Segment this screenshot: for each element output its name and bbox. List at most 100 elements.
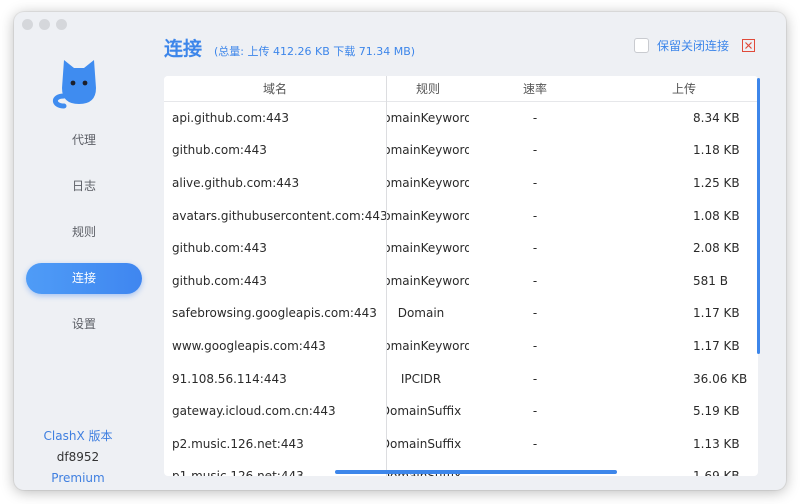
cell-speed-text: - [532,436,538,451]
cell-domain-text: p1.music.126.net:443 [172,469,304,476]
cell-rule-text: DomainKeyword [387,241,470,256]
cell-domain: 91.108.56.114:443 [164,362,387,395]
cell-domain-text: p2.music.126.net:443 [172,436,304,451]
app-window: 代理 日志 规则 连接 设置 ClashX 版本 df8952 Premium … [14,12,786,490]
cell-domain-text: www.googleapis.com:443 [172,338,326,353]
cell-upload-text: 8.34 KB [693,110,740,125]
cell-upload-text: 1.08 KB [693,208,740,223]
window-controls [22,19,67,30]
cell-speed: - [469,167,601,200]
cell-speed-text: - [532,175,538,190]
cell-rule: DomainKeyword [387,199,470,232]
connections-table: 域名 规则 速率 上传 api.github.com:443 DomainKeyw… [164,76,758,476]
cell-speed: - [469,101,601,134]
cell-speed: - [469,199,601,232]
cell-domain-text: github.com:443 [172,273,267,288]
close-all-connections-icon[interactable] [742,39,755,52]
page-header: 连接 (总量: 上传 412.26 KB 下载 71.34 MB) [164,34,415,61]
table-row[interactable]: safebrowsing.googleapis.com:443 Domain - 1.… [164,297,758,330]
cell-speed: - [469,297,601,330]
table-row[interactable]: api.github.com:443 DomainKeyword - 8.34 KB [164,101,758,135]
cell-rule-text: DomainKeyword [387,273,470,288]
version-info: ClashX 版本 df8952 Premium [26,426,130,489]
version-hash: df8952 [56,450,100,464]
cell-domain-text: alive.github.com:443 [172,175,300,190]
table-row[interactable]: github.com:443 DomainKeyword - 2.08 KB [164,231,758,265]
cell-domain: github.com:443 [164,264,387,298]
cell-speed: - [469,427,601,460]
cell-rule: DomainSuffix [387,427,470,460]
cell-domain-text: avatars.githubusercontent.com:443 [172,208,387,223]
cell-rule: DomainSuffix [387,395,470,428]
table-row[interactable]: www.googleapis.com:443 DomainKeyword - 1.17… [164,329,758,363]
column-header-domain[interactable]: 域名 [164,76,387,101]
cell-domain-text: api.github.com:443 [172,110,289,125]
sidebar-item-connections[interactable]: 连接 [26,263,142,294]
cell-upload: 1.25 KB [601,167,758,200]
cell-upload-text: 1.25 KB [693,175,740,190]
cell-speed-text: - [532,371,538,386]
cell-domain-text: gateway.icloud.com.cn:443 [172,404,336,419]
column-header-upload[interactable]: 上传 [601,76,758,101]
sidebar-nav: 代理 日志 规则 连接 设置 [26,125,142,355]
cell-upload: 36.06 KB [601,362,758,395]
cell-upload: 2.08 KB [601,232,758,265]
sidebar-item-logs[interactable]: 日志 [26,171,142,202]
cell-upload-text: 581 B [693,273,728,288]
zoom-window-button[interactable] [56,19,67,30]
cell-upload-text: 1.17 KB [693,338,740,353]
cell-speed-text: - [532,208,538,223]
keep-closed-connections-toggle[interactable]: 保留关闭连接 [634,37,729,54]
table-row[interactable]: 91.108.56.114:443 IPCIDR - 36.06 KB [164,362,758,395]
keep-closed-checkbox[interactable] [634,38,649,53]
table-row[interactable]: github.com:443 DomainKeyword - 581 B [164,264,758,298]
cell-rule-text: DomainSuffix [386,404,462,419]
sidebar-item-settings[interactable]: 设置 [26,309,142,340]
table-row[interactable]: p2.music.126.net:443 DomainSuffix - 1.13 KB [164,427,758,461]
cell-rule-text: DomainKeyword [387,110,470,125]
cell-domain: www.googleapis.com:443 [164,329,387,363]
cell-rule: DomainKeyword [387,167,470,200]
cell-domain: github.com:443 [164,134,387,167]
cell-domain: alive.github.com:443 [164,166,387,200]
version-edition: Premium [51,471,105,485]
close-window-button[interactable] [22,19,33,30]
cell-upload-text: 36.06 KB [693,371,748,386]
vertical-scrollbar[interactable] [757,78,760,354]
cell-domain: safebrowsing.googleapis.com:443 [164,297,387,330]
cell-rule: Domain [387,297,470,330]
cell-speed: - [469,330,601,363]
cell-speed-text: - [532,110,538,125]
sidebar-item-proxy[interactable]: 代理 [26,125,142,156]
cell-rule-text: Domain [397,306,445,321]
cell-speed: - [469,232,601,265]
column-header-rule[interactable]: 规则 [387,76,470,101]
cell-domain: api.github.com:443 [164,101,387,135]
cell-upload-text: 2.08 KB [693,241,740,256]
table-row[interactable]: gateway.icloud.com.cn:443 DomainSuffix - 5.… [164,394,758,428]
table-row[interactable]: alive.github.com:443 DomainKeyword - 1.25 K… [164,166,758,200]
cell-upload-text: 1.18 KB [693,143,740,158]
table-row[interactable]: avatars.githubusercontent.com:443DomainK… [164,199,758,232]
cell-rule-text: DomainKeyword [387,175,470,190]
cell-speed-text: - [532,338,538,353]
cell-rule-text: DomainKeyword [387,338,470,353]
cell-domain-text: safebrowsing.googleapis.com:443 [172,306,377,321]
cell-upload: 581 B [601,264,758,297]
cell-rule-text: DomainKeyword [387,143,470,158]
minimize-window-button[interactable] [39,19,50,30]
cell-domain: github.com:443 [164,231,387,265]
cell-upload: 1.13 KB [601,427,758,460]
cell-upload-text: 1.17 KB [693,306,740,321]
table-header-row: 域名 规则 速率 上传 [164,76,758,101]
cell-speed: - [469,362,601,395]
sidebar-item-rules[interactable]: 规则 [26,217,142,248]
table-row[interactable]: github.com:443 DomainKeyword - 1.18 KB [164,134,758,167]
clashx-cat-logo-icon [52,60,96,109]
cell-rule: DomainKeyword [387,232,470,265]
horizontal-scrollbar[interactable] [335,470,617,474]
cell-domain: gateway.icloud.com.cn:443 [164,394,387,428]
cell-domain-text: 91.108.56.114:443 [172,371,287,386]
column-header-speed[interactable]: 速率 [469,76,601,101]
cell-upload: 1.18 KB [601,134,758,167]
